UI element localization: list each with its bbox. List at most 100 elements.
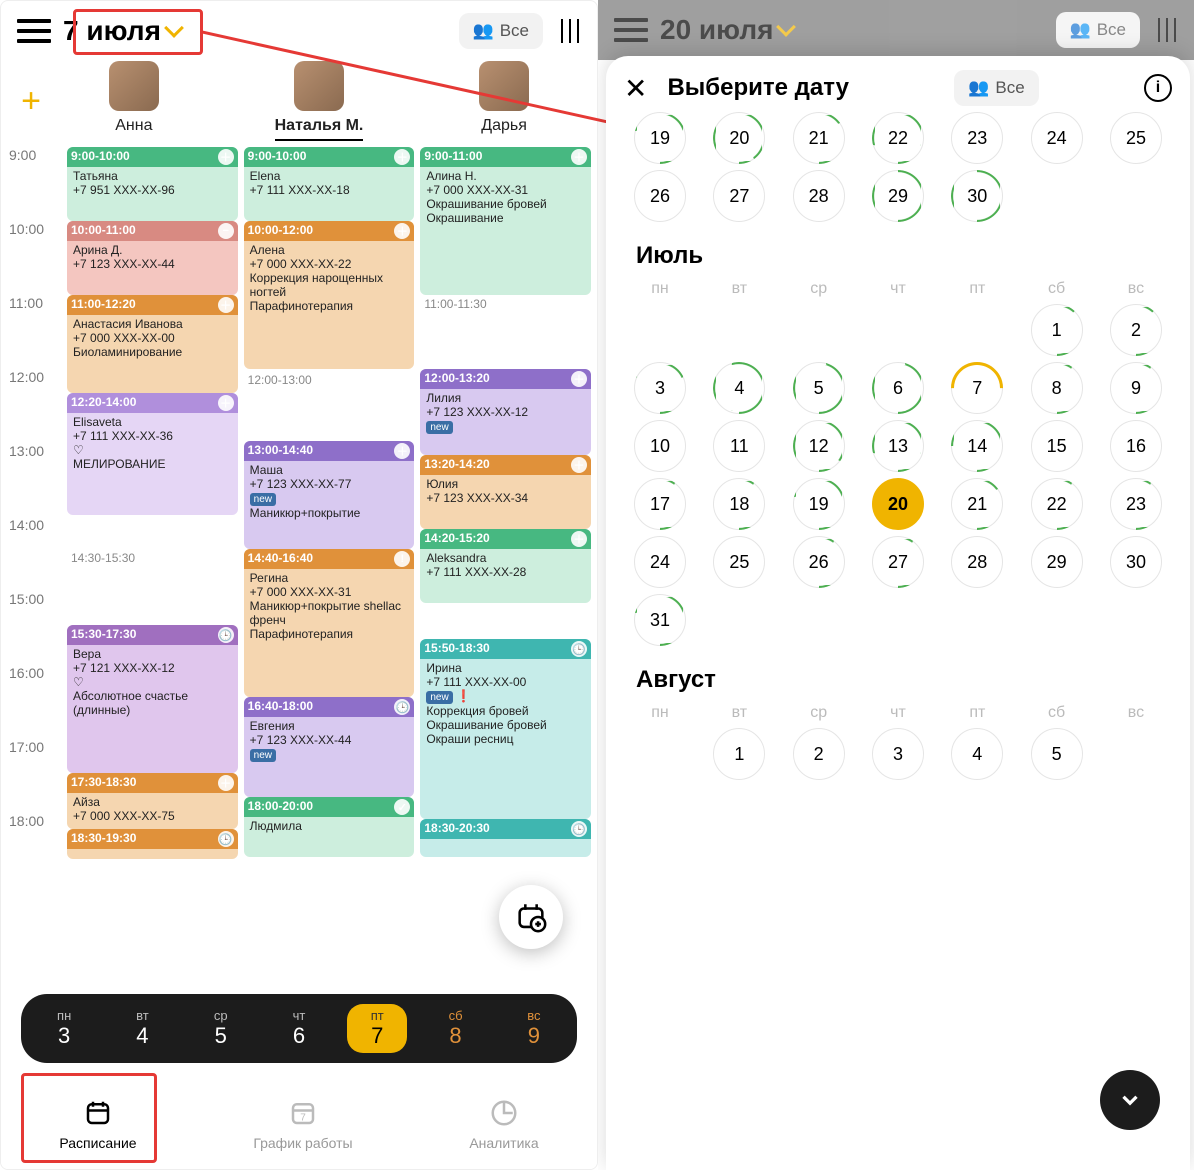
- calendar-day[interactable]: 4: [713, 362, 765, 414]
- appointment[interactable]: 13:00-14:40＋Маша+7 123 XXX-XX-77newМаник…: [244, 441, 415, 549]
- appt-status-icon: ✓: [394, 799, 410, 815]
- calendar-day[interactable]: 23: [1110, 478, 1162, 530]
- calendar-day[interactable]: 24: [1031, 112, 1083, 164]
- week-bar: пн3 вт4 ср5 чт6 пт7 сб8 вс9: [21, 994, 577, 1063]
- calendar-day[interactable]: 21: [951, 478, 1003, 530]
- calendar-day[interactable]: 26: [634, 170, 686, 222]
- calendar-day[interactable]: 25: [1110, 112, 1162, 164]
- calendar-day[interactable]: 29: [872, 170, 924, 222]
- free-slot[interactable]: 11:00-11:30: [420, 297, 591, 311]
- calendar-day[interactable]: 18: [713, 478, 765, 530]
- calendar-day[interactable]: 16: [1110, 420, 1162, 472]
- appt-status-icon: ＋: [218, 775, 234, 791]
- calendar-day[interactable]: 1: [1031, 304, 1083, 356]
- calendar-day[interactable]: 10: [634, 420, 686, 472]
- calendar-day[interactable]: 2: [1110, 304, 1162, 356]
- appointment[interactable]: 16:40-18:00🕒Евгения+7 123 XXX-XX-44new: [244, 697, 415, 797]
- calendar-day[interactable]: 11: [713, 420, 765, 472]
- calendar-day[interactable]: 22: [1031, 478, 1083, 530]
- weekday-button[interactable]: вс9: [504, 1004, 564, 1053]
- calendar-day[interactable]: 19: [634, 112, 686, 164]
- calendar-day[interactable]: 9: [1110, 362, 1162, 414]
- appointment[interactable]: 15:50-18:30🕒Ирина+7 111 XXX-XX-00new ❗Ко…: [420, 639, 591, 819]
- info-icon[interactable]: i: [1144, 74, 1172, 102]
- weekday-button[interactable]: чт6: [269, 1004, 329, 1053]
- calendar-day[interactable]: 12: [793, 420, 845, 472]
- appointment[interactable]: 12:00-13:20＋Лилия+7 123 XXX-XX-12new: [420, 369, 591, 455]
- appointment[interactable]: 18:00-20:00✓Людмила: [244, 797, 415, 857]
- scroll-down-fab[interactable]: [1100, 1070, 1160, 1130]
- appointment[interactable]: 13:20-14:20＋Юлия+7 123 XXX-XX-34: [420, 455, 591, 529]
- appointment[interactable]: 15:30-17:30🕒Вера+7 121 XXX-XX-12♡Абсолют…: [67, 625, 238, 773]
- calendar-day[interactable]: 15: [1031, 420, 1083, 472]
- add-appointment-fab[interactable]: [499, 885, 563, 949]
- tab-0[interactable]: Расписание: [59, 1098, 136, 1151]
- calendar-day[interactable]: 4: [951, 728, 1003, 780]
- calendar-day[interactable]: 5: [1031, 728, 1083, 780]
- appointment[interactable]: 10:00-11:00−Арина Д.+7 123 XXX-XX-44: [67, 221, 238, 295]
- calendar-day[interactable]: 6: [872, 362, 924, 414]
- calendar-day[interactable]: 28: [793, 170, 845, 222]
- appointment[interactable]: 11:00-12:20＋Анастасия Иванова+7 000 XXX-…: [67, 295, 238, 393]
- calendar-day[interactable]: 5: [793, 362, 845, 414]
- filter-staff-button[interactable]: 👥Все: [954, 70, 1038, 106]
- appointment[interactable]: 12:20-14:00＋Elisaveta+7 111 XXX-XX-36♡МЕ…: [67, 393, 238, 515]
- staff-item[interactable]: Дарья: [479, 61, 529, 141]
- filter-staff-button[interactable]: 👥 Все: [459, 13, 543, 49]
- staff-item[interactable]: Наталья М.: [275, 61, 364, 141]
- appointment[interactable]: 9:00-11:00＋Алина Н.+7 000 XXX-XX-31Окраш…: [420, 147, 591, 295]
- calendar-day[interactable]: 17: [634, 478, 686, 530]
- weekday-button[interactable]: вт4: [112, 1004, 172, 1053]
- appointment[interactable]: 9:00-10:00＋Elena+7 111 XXX-XX-18: [244, 147, 415, 221]
- weekday-button[interactable]: ср5: [191, 1004, 251, 1053]
- calendar-day[interactable]: 30: [1110, 536, 1162, 588]
- calendar-day: [713, 304, 765, 356]
- calendar-day[interactable]: 27: [713, 170, 765, 222]
- tab-1[interactable]: 7График работы: [253, 1098, 352, 1151]
- calendar-day[interactable]: 2: [793, 728, 845, 780]
- weekday-button[interactable]: пн3: [34, 1004, 94, 1053]
- calendar-day[interactable]: 13: [872, 420, 924, 472]
- calendar-day[interactable]: 25: [713, 536, 765, 588]
- tab-2[interactable]: Аналитика: [469, 1098, 538, 1151]
- appointment[interactable]: 17:30-18:30＋Айза+7 000 XXX-XX-75: [67, 773, 238, 829]
- free-slot[interactable]: 14:30-15:30: [67, 551, 238, 565]
- calendar-day[interactable]: 27: [872, 536, 924, 588]
- appointment[interactable]: 10:00-12:00＋Алена+7 000 XXX-XX-22Коррекц…: [244, 221, 415, 369]
- calendar-day: [1031, 594, 1083, 646]
- staff-item[interactable]: Анна: [109, 61, 159, 141]
- calendar-day[interactable]: 28: [951, 536, 1003, 588]
- header: 7 июля 👥 Все: [1, 1, 597, 61]
- calendar-day[interactable]: 21: [793, 112, 845, 164]
- calendar-day[interactable]: 3: [872, 728, 924, 780]
- calendar-day[interactable]: 29: [1031, 536, 1083, 588]
- menu-icon[interactable]: [17, 19, 51, 43]
- appointment[interactable]: 18:30-19:30🕒: [67, 829, 238, 859]
- calendar-day[interactable]: 24: [634, 536, 686, 588]
- calendar-day[interactable]: 14: [951, 420, 1003, 472]
- weekday-button[interactable]: сб8: [426, 1004, 486, 1053]
- hour-label: 9:00: [1, 147, 61, 221]
- appointment[interactable]: 9:00-10:00＋Татьяна+7 951 XXX-XX-96: [67, 147, 238, 221]
- calendar-day[interactable]: 20: [713, 112, 765, 164]
- calendar-day[interactable]: 26: [793, 536, 845, 588]
- close-icon[interactable]: ✕: [624, 72, 647, 105]
- weekday-button[interactable]: пт7: [347, 1004, 407, 1053]
- calendar-day[interactable]: 31: [634, 594, 686, 646]
- calendar-day[interactable]: 22: [872, 112, 924, 164]
- add-staff-button[interactable]: +: [11, 82, 51, 121]
- date-picker-trigger[interactable]: 7 июля: [63, 15, 181, 47]
- calendar-day[interactable]: 7: [951, 362, 1003, 414]
- appointment[interactable]: 14:40-16:40!Регина+7 000 XXX-XX-31Маникю…: [244, 549, 415, 697]
- calendar-day[interactable]: 8: [1031, 362, 1083, 414]
- calendar-day[interactable]: 19: [793, 478, 845, 530]
- calendar-day[interactable]: 1: [713, 728, 765, 780]
- calendar-day[interactable]: 20: [872, 478, 924, 530]
- free-slot[interactable]: 12:00-13:00: [244, 373, 415, 387]
- appointment[interactable]: 18:30-20:30🕒: [420, 819, 591, 857]
- calendar-day[interactable]: 23: [951, 112, 1003, 164]
- calendar-day[interactable]: 30: [951, 170, 1003, 222]
- sliders-icon[interactable]: [557, 19, 581, 43]
- appointment[interactable]: 14:20-15:20＋Aleksandra+7 111 XXX-XX-28: [420, 529, 591, 603]
- calendar-day[interactable]: 3: [634, 362, 686, 414]
